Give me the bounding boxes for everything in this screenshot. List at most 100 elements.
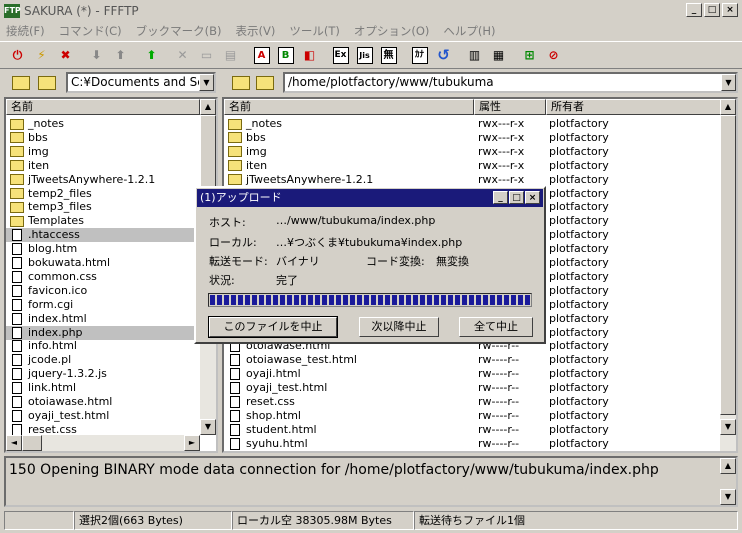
local-file-row[interactable]: bbs <box>6 131 200 145</box>
local-file-row[interactable]: favicon.ico <box>6 284 200 298</box>
remote-file-row[interactable]: student.html rw----r-- plotfactory <box>224 423 720 437</box>
local-file-row[interactable]: otoiawase.html <box>6 395 200 409</box>
dialog-title-bar[interactable]: (1)アップロード _ □ × <box>197 189 543 207</box>
close-button[interactable]: × <box>722 3 738 17</box>
remote-file-row[interactable]: shop.html rw----r-- plotfactory <box>224 409 720 423</box>
abort-next-button[interactable]: 次以降中止 <box>359 317 439 337</box>
local-path-combo[interactable]: C:¥Documents and Se ▼ <box>66 72 216 93</box>
remote-path-combo[interactable]: /home/plotfactory/www/tubukuma ▼ <box>283 72 738 93</box>
remote-parent-folder-icon[interactable] <box>232 76 250 90</box>
download-icon[interactable]: ⬇ <box>85 44 108 67</box>
binary-mode-icon[interactable]: B <box>274 44 297 67</box>
remote-file-row[interactable]: oyaji.html rw----r-- plotfactory <box>224 367 720 381</box>
remote-file-row[interactable]: otoiawase_test.html rw----r-- plotfactory <box>224 353 720 367</box>
no-convert-icon[interactable]: 無 <box>377 44 400 67</box>
delete-icon[interactable]: ✕ <box>171 44 194 67</box>
local-file-row[interactable]: oyaji_test.html <box>6 409 200 423</box>
chevron-down-icon[interactable]: ▼ <box>199 74 214 91</box>
local-hscroll-thumb[interactable] <box>22 435 42 451</box>
remote-file-row[interactable]: bbs rwx---r-x plotfactory <box>224 131 720 145</box>
scroll-down-icon[interactable]: ▼ <box>200 419 216 435</box>
remote-file-row[interactable]: oyaji_test.html rw----r-- plotfactory <box>224 381 720 395</box>
dialog-close-button[interactable]: × <box>525 191 540 204</box>
local-file-row[interactable]: common.css <box>6 270 200 284</box>
remote-file-attr: rw----r-- <box>478 395 520 408</box>
upload-icon[interactable]: ⬆ <box>109 44 132 67</box>
dialog-maximize-button[interactable]: □ <box>509 191 524 204</box>
scroll-left-icon[interactable]: ◄ <box>6 435 22 451</box>
mirror-upload-icon[interactable]: ⬆ <box>140 44 163 67</box>
remote-file-attr: rw----r-- <box>478 408 520 422</box>
abort-file-button[interactable]: このファイルを中止 <box>208 316 338 338</box>
jis-mode-icon[interactable]: Jis <box>353 44 376 67</box>
remote-file-row[interactable]: jTweetsAnywhere-1.2.1 rwx---r-x plotfactor… <box>224 173 720 187</box>
local-file-row[interactable]: link.html <box>6 381 200 395</box>
scroll-up-icon[interactable]: ▲ <box>720 458 736 474</box>
kana-icon[interactable]: ｶﾅ <box>408 44 431 67</box>
chevron-down-icon[interactable]: ▼ <box>721 74 736 91</box>
remote-file-row[interactable]: syuhu.html rw----r-- plotfactory <box>224 437 720 451</box>
log-panel[interactable]: 150 Opening BINARY mode data connection … <box>4 456 738 507</box>
local-file-row[interactable]: blog.htm <box>6 242 200 256</box>
disconnect-icon[interactable]: ✖ <box>54 44 77 67</box>
local-file-row[interactable]: index.html <box>6 312 200 326</box>
local-file-row[interactable]: img <box>6 145 200 159</box>
rename-icon[interactable]: ▭ <box>195 44 218 67</box>
connect-icon[interactable]: ⏻ <box>6 44 29 67</box>
local-file-row[interactable]: jcode.pl <box>6 353 200 367</box>
remote-header-attr[interactable]: 属性 <box>474 99 546 115</box>
menu-help[interactable]: ヘルプ(H) <box>443 23 495 39</box>
local-file-row[interactable]: info.html <box>6 339 200 353</box>
local-file-row[interactable]: temp2_files <box>6 187 200 201</box>
remote-header-owner[interactable]: 所有者 <box>546 99 722 115</box>
local-file-row[interactable]: iten <box>6 159 200 173</box>
refresh-icon[interactable]: ↺ <box>432 44 455 67</box>
mkdir-icon[interactable]: ▤ <box>219 44 242 67</box>
local-file-row[interactable]: _notes <box>6 117 200 131</box>
ext-mode-icon[interactable]: Ex <box>329 44 352 67</box>
dialog-minimize-button[interactable]: _ <box>493 191 508 204</box>
scroll-down-icon[interactable]: ▼ <box>720 489 736 505</box>
remote-file-row[interactable]: iten rwx---r-x plotfactory <box>224 159 720 173</box>
menu-options[interactable]: オプション(O) <box>354 23 430 39</box>
remote-scroll-thumb[interactable] <box>720 115 736 415</box>
local-file-row[interactable]: index.php <box>6 325 200 340</box>
scroll-up-icon[interactable]: ▲ <box>200 99 216 115</box>
remote-open-folder-icon[interactable] <box>256 76 274 90</box>
local-file-row[interactable]: Templates <box>6 214 200 228</box>
local-open-folder-icon[interactable] <box>38 76 56 90</box>
abort-all-button[interactable]: 全て中止 <box>459 317 533 337</box>
menu-view[interactable]: 表示(V) <box>235 23 275 39</box>
minimize-button[interactable]: _ <box>686 3 702 17</box>
local-hscroll[interactable]: ◄ ► <box>6 435 200 451</box>
menu-command[interactable]: コマンド(C) <box>59 23 122 39</box>
scroll-right-icon[interactable]: ► <box>184 435 200 451</box>
scroll-up-icon[interactable]: ▲ <box>720 99 736 115</box>
auto-mode-icon[interactable]: ◧ <box>298 44 321 67</box>
remote-header-name[interactable]: 名前 <box>224 99 474 115</box>
local-file-row[interactable]: jquery-1.3.2.js <box>6 367 200 381</box>
menu-tools[interactable]: ツール(T) <box>289 23 340 39</box>
local-file-row[interactable]: bokuwata.html <box>6 256 200 270</box>
quick-connect-icon[interactable]: ⚡ <box>30 44 53 67</box>
local-file-row[interactable]: .htaccess <box>6 228 200 243</box>
remote-file-row[interactable]: img rwx---r-x plotfactory <box>224 145 720 159</box>
local-parent-folder-icon[interactable] <box>12 76 30 90</box>
local-header-name[interactable]: 名前 <box>6 99 200 115</box>
menu-connect[interactable]: 接続(F) <box>6 23 45 39</box>
list-view-icon[interactable]: ▥ <box>463 44 486 67</box>
stop-icon[interactable]: ⊘ <box>542 44 565 67</box>
ascii-mode-icon[interactable]: A <box>250 44 273 67</box>
local-file-row[interactable]: form.cgi <box>6 298 200 312</box>
scroll-down-icon[interactable]: ▼ <box>720 419 736 435</box>
maximize-button[interactable]: □ <box>704 3 720 17</box>
remote-file-row[interactable]: _notes rwx---r-x plotfactory <box>224 117 720 131</box>
detail-view-icon[interactable]: ▦ <box>487 44 510 67</box>
tree-icon[interactable]: ⊞ <box>518 44 541 67</box>
title-bar[interactable]: FTP SAKURA (*) - FFFTP _ □ × <box>0 0 742 21</box>
remote-vscroll[interactable]: ▲ ▼ <box>720 99 736 451</box>
menu-bookmark[interactable]: ブックマーク(B) <box>136 23 222 39</box>
remote-file-row[interactable]: reset.css rw----r-- plotfactory <box>224 395 720 409</box>
local-file-row[interactable]: temp3_files <box>6 200 200 214</box>
local-file-row[interactable]: jTweetsAnywhere-1.2.1 <box>6 173 200 187</box>
